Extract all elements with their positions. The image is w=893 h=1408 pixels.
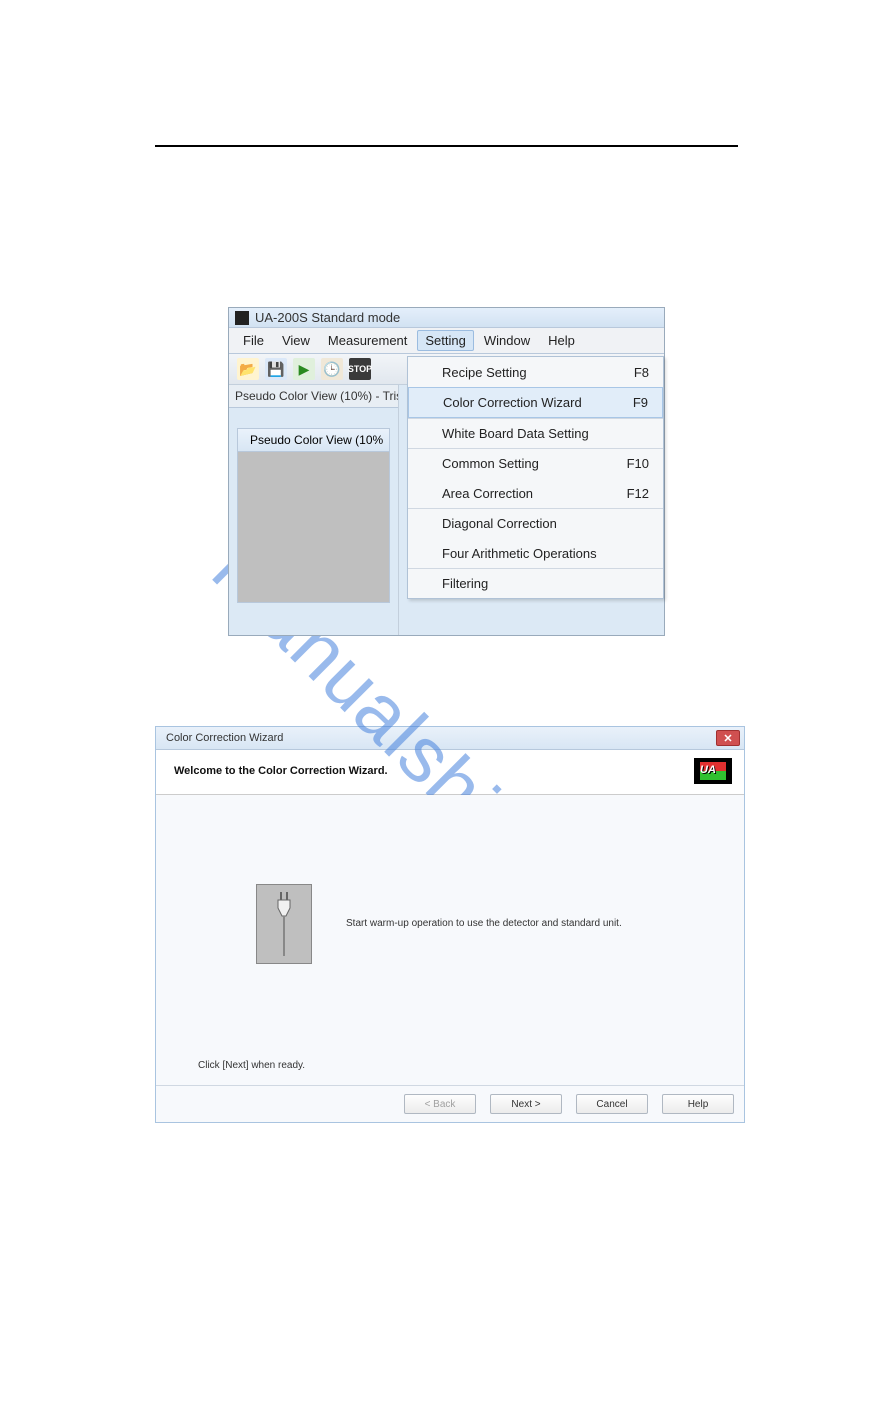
wizard-titlebar: Color Correction Wizard ✕ <box>156 727 744 750</box>
help-button[interactable]: Help <box>662 1094 734 1114</box>
subwindow-titlebar: Pseudo Color View (10% <box>238 429 389 452</box>
menu-item-recipe-setting[interactable]: Recipe Setting F8 <box>408 357 663 387</box>
menu-item-shortcut: F10 <box>627 456 649 471</box>
menu-item-label: Color Correction Wizard <box>443 395 582 410</box>
menu-window[interactable]: Window <box>476 330 538 351</box>
app-title: UA-200S Standard mode <box>255 310 400 325</box>
subwindow-title: Pseudo Color View (10% <box>250 433 383 447</box>
save-icon[interactable]: 💾 <box>265 358 287 380</box>
cancel-button[interactable]: Cancel <box>576 1094 648 1114</box>
menu-item-white-board[interactable]: White Board Data Setting <box>408 418 663 448</box>
wizard-footer: < Back Next > Cancel Help <box>156 1085 744 1122</box>
menu-item-common-setting[interactable]: Common Setting F10 <box>408 448 663 478</box>
wizard-dialog: Color Correction Wizard ✕ Welcome to the… <box>155 726 745 1123</box>
menu-item-color-correction-wizard[interactable]: Color Correction Wizard F9 <box>408 387 663 418</box>
menu-item-label: Four Arithmetic Operations <box>442 546 597 561</box>
menu-item-label: Recipe Setting <box>442 365 527 380</box>
menu-item-label: Filtering <box>442 576 488 591</box>
wizard-click-text: Click [Next] when ready. <box>198 1060 305 1071</box>
menu-file[interactable]: File <box>235 330 272 351</box>
wizard-logo: UA <box>694 758 732 784</box>
menu-view[interactable]: View <box>274 330 318 351</box>
wizard-logo-text: UA <box>700 764 716 776</box>
subwindow-body <box>238 452 389 602</box>
menu-setting[interactable]: Setting <box>417 330 473 351</box>
play-icon[interactable]: ▶ <box>293 358 315 380</box>
menu-item-four-arithmetic[interactable]: Four Arithmetic Operations <box>408 538 663 568</box>
setting-dropdown: Recipe Setting F8 Color Correction Wizar… <box>407 356 664 599</box>
menubar: File View Measurement Setting Window Hel… <box>229 328 664 354</box>
tab-pseudo-color[interactable]: Pseudo Color View (10%) - Tris <box>229 385 398 408</box>
back-button[interactable]: < Back <box>404 1094 476 1114</box>
wizard-title: Color Correction Wizard <box>166 732 283 744</box>
menu-item-filtering[interactable]: Filtering <box>408 568 663 598</box>
wizard-body: Start warm-up operation to use the detec… <box>156 795 744 1085</box>
clock-icon[interactable]: 🕒 <box>321 358 343 380</box>
menu-item-label: White Board Data Setting <box>442 426 589 441</box>
open-icon[interactable]: 📂 <box>237 358 259 380</box>
menu-item-area-correction[interactable]: Area Correction F12 <box>408 478 663 508</box>
close-button[interactable]: ✕ <box>716 730 740 746</box>
menu-measurement[interactable]: Measurement <box>320 330 415 351</box>
menu-item-shortcut: F12 <box>627 486 649 501</box>
menu-help[interactable]: Help <box>540 330 583 351</box>
app-window: UA-200S Standard mode File View Measurem… <box>228 307 665 636</box>
next-button[interactable]: Next > <box>490 1094 562 1114</box>
plug-icon <box>256 884 312 964</box>
wizard-header: Welcome to the Color Correction Wizard. … <box>156 750 744 795</box>
close-icon: ✕ <box>723 732 732 745</box>
subwindow: Pseudo Color View (10% <box>237 428 390 603</box>
app-icon <box>235 311 249 325</box>
wizard-main-text: Start warm-up operation to use the detec… <box>346 918 622 929</box>
menu-item-label: Area Correction <box>442 486 533 501</box>
menu-item-shortcut: F8 <box>634 365 649 380</box>
menu-item-shortcut: F9 <box>633 395 648 410</box>
stop-icon[interactable]: STOP <box>349 358 371 380</box>
app-titlebar: UA-200S Standard mode <box>229 308 664 328</box>
menu-item-label: Common Setting <box>442 456 539 471</box>
wizard-header-title: Welcome to the Color Correction Wizard. <box>174 765 388 777</box>
heading-separator <box>155 145 738 147</box>
menu-item-diagonal-correction[interactable]: Diagonal Correction <box>408 508 663 538</box>
menu-item-label: Diagonal Correction <box>442 516 557 531</box>
app-left-panel: Pseudo Color View (10%) - Tris Pseudo Co… <box>229 385 399 635</box>
